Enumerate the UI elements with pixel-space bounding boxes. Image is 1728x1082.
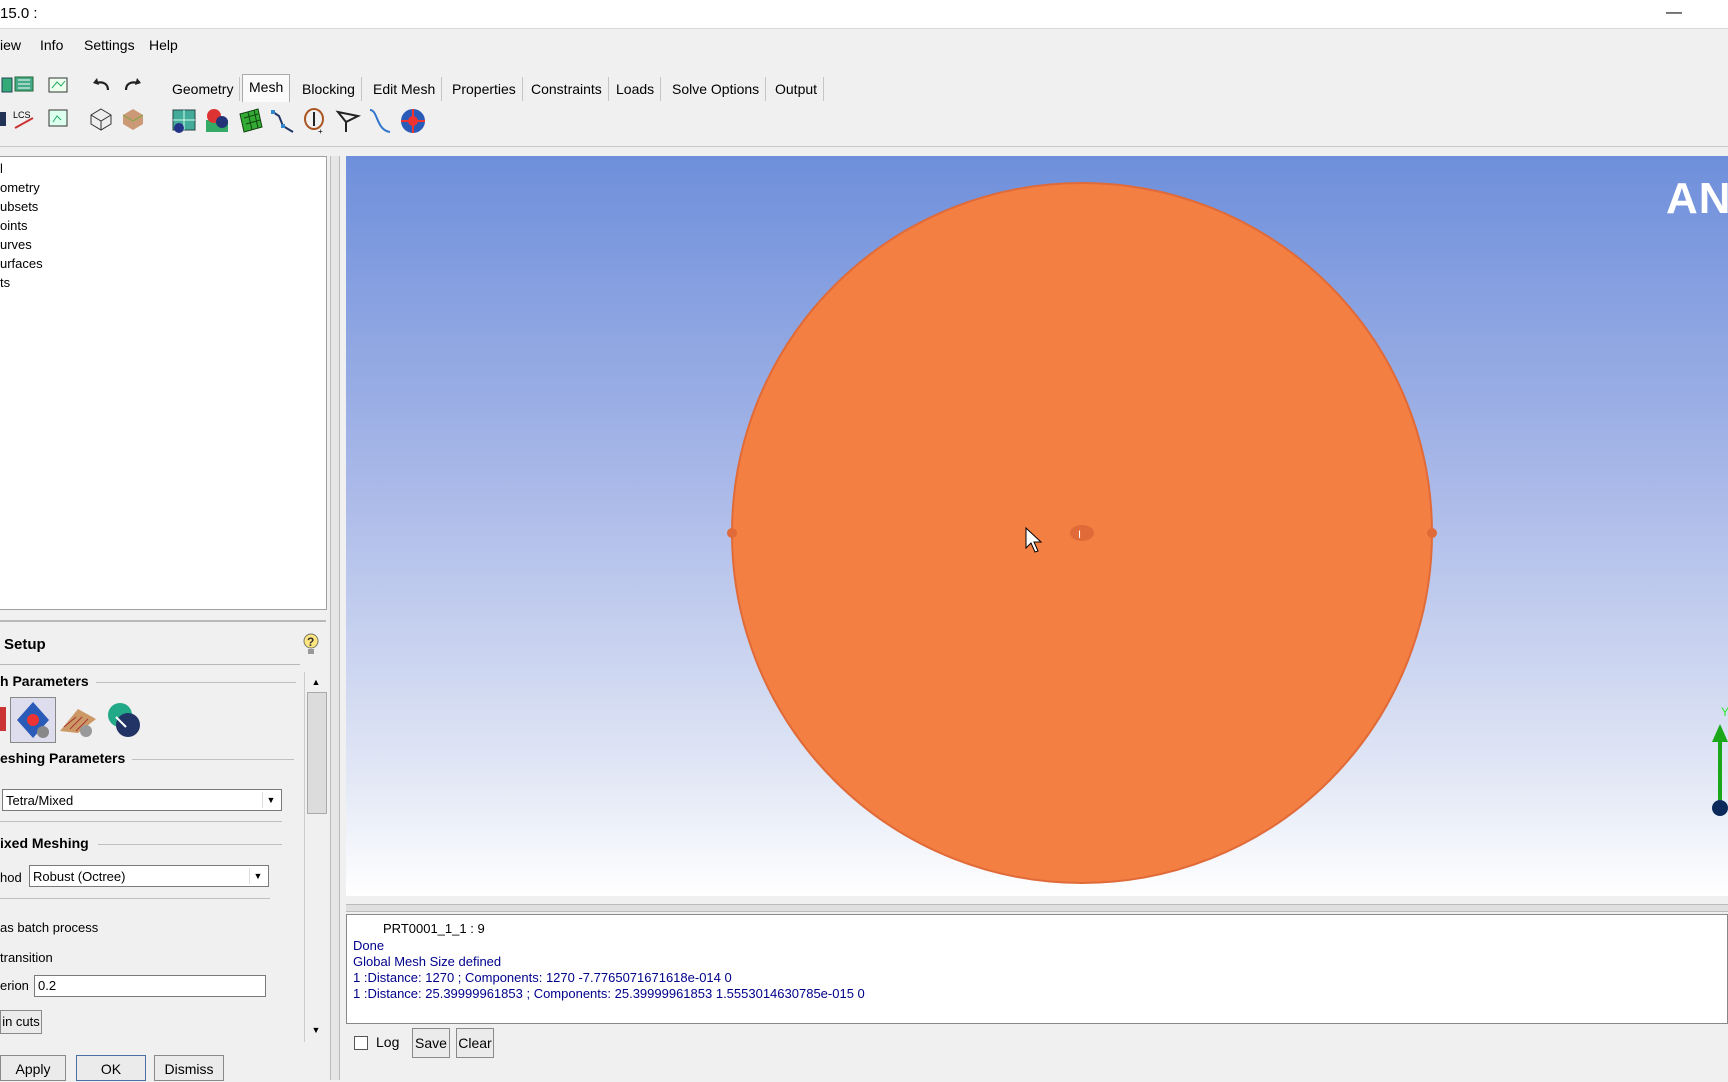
console-line: Global Mesh Size defined bbox=[353, 954, 502, 969]
setup-title: Setup bbox=[4, 636, 46, 653]
scroll-up-icon[interactable]: ▲ bbox=[308, 674, 324, 690]
svg-text:+: + bbox=[318, 127, 323, 136]
section-mixed-meshing: ixed Meshing bbox=[0, 835, 93, 851]
message-console[interactable]: PRT0001_1_1 : 9 Done Global Mesh Size de… bbox=[346, 914, 1728, 1024]
menu-bar: iew Info Settings Help bbox=[0, 30, 1728, 60]
solid-view-icon[interactable] bbox=[120, 106, 146, 132]
criterion-input[interactable]: 0.2 bbox=[34, 975, 266, 997]
global-mesh-setup-icon[interactable] bbox=[170, 106, 200, 136]
tab-mesh[interactable]: Mesh bbox=[242, 74, 291, 102]
section-mesh-parameters: h Parameters bbox=[0, 673, 93, 689]
y-axis-label: Y bbox=[1721, 705, 1728, 719]
tree-item-parts[interactable]: ts bbox=[0, 275, 10, 290]
brand-logo-text: ANS bbox=[1666, 174, 1728, 223]
mesh-parameters-panel: h Parameters eshing Parameters Tetra/Mix… bbox=[0, 664, 300, 1045]
curve-mesh-setup-icon[interactable] bbox=[268, 106, 298, 136]
chevron-down-icon: ▼ bbox=[249, 868, 266, 884]
periodicity-icon[interactable] bbox=[102, 697, 146, 741]
global-params-icon[interactable] bbox=[0, 697, 8, 737]
volume-meshing-params-icon[interactable] bbox=[10, 697, 56, 743]
method-select[interactable]: Robust (Octree) ▼ bbox=[29, 865, 269, 887]
log-label: Log bbox=[376, 1034, 400, 1050]
setup-header: Setup ? bbox=[0, 620, 326, 664]
y-axis-arrow-icon bbox=[1712, 724, 1728, 742]
clear-log-button[interactable]: Clear bbox=[456, 1028, 494, 1058]
close-button[interactable] bbox=[1706, 0, 1728, 28]
viewport-canvas[interactable]: I Y bbox=[346, 156, 1728, 896]
undo-icon[interactable] bbox=[88, 72, 114, 98]
batch-process-label[interactable]: as batch process bbox=[0, 920, 98, 935]
surface-mesh-setup-icon[interactable] bbox=[236, 106, 266, 136]
scroll-down-icon[interactable]: ▼ bbox=[308, 1022, 324, 1038]
tree-item-points[interactable]: oints bbox=[0, 218, 27, 233]
apply-button[interactable]: Apply bbox=[0, 1055, 66, 1081]
menu-info[interactable]: Info bbox=[40, 37, 63, 53]
criterion-label: erion bbox=[0, 978, 29, 993]
transition-label[interactable]: transition bbox=[0, 950, 53, 965]
tab-constraints[interactable]: Constraints bbox=[525, 77, 609, 101]
center-point-marker[interactable] bbox=[1070, 525, 1094, 541]
part-mesh-setup-icon[interactable] bbox=[202, 106, 232, 136]
center-marker-label: I bbox=[1078, 529, 1081, 541]
curve-end-point-right[interactable] bbox=[1427, 528, 1437, 538]
console-line: 1 :Distance: 25.39999961853 ; Components… bbox=[353, 986, 865, 1001]
ok-button[interactable]: OK bbox=[76, 1055, 146, 1081]
tree-item-subsets[interactable]: ubsets bbox=[0, 199, 38, 214]
menu-view[interactable]: iew bbox=[0, 37, 21, 53]
model-tree: l ometry ubsets oints urves urfaces ts bbox=[0, 156, 327, 610]
menu-settings[interactable]: Settings bbox=[84, 37, 135, 53]
define-connectors-icon[interactable] bbox=[334, 106, 364, 136]
wireframe-view-icon[interactable] bbox=[88, 106, 114, 132]
save-project-icon[interactable] bbox=[46, 72, 72, 98]
horizontal-splitter[interactable] bbox=[346, 904, 1728, 912]
tree-item-root[interactable]: l bbox=[0, 161, 3, 176]
toolbar: LCS Geometry Mesh Blocking Edit Mesh Pro… bbox=[0, 66, 1728, 147]
console-line: Done bbox=[353, 938, 385, 953]
mesh-curve-icon[interactable] bbox=[366, 106, 396, 136]
create-mesh-density-icon[interactable]: + bbox=[300, 106, 330, 136]
section-meshing-parameters: eshing Parameters bbox=[0, 750, 130, 766]
window-title: 15.0 : bbox=[0, 5, 38, 22]
graphics-viewport[interactable]: I Y ANS bbox=[346, 156, 1728, 896]
svg-text:LCS: LCS bbox=[13, 110, 31, 120]
svg-text:?: ? bbox=[307, 635, 314, 649]
redo-icon[interactable] bbox=[120, 72, 146, 98]
log-checkbox[interactable] bbox=[354, 1036, 368, 1050]
console-line: 1 :Distance: 1270 ; Components: 1270 -7.… bbox=[353, 970, 732, 985]
tab-output[interactable]: Output bbox=[769, 77, 825, 101]
console-title: PRT0001_1_1 : 9 bbox=[383, 921, 485, 936]
title-bar: 15.0 : — bbox=[0, 0, 1728, 29]
tree-item-surfaces[interactable]: urfaces bbox=[0, 256, 43, 271]
console-controls: Log Save Clear bbox=[346, 1028, 1728, 1066]
tab-loads[interactable]: Loads bbox=[610, 77, 662, 101]
mesh-type-select[interactable]: Tetra/Mixed ▼ bbox=[2, 789, 282, 811]
vertical-splitter[interactable] bbox=[330, 156, 340, 1080]
dismiss-button[interactable]: Dismiss bbox=[154, 1055, 224, 1081]
tab-edit-mesh[interactable]: Edit Mesh bbox=[367, 77, 443, 101]
cuts-button[interactable]: in cuts bbox=[0, 1010, 42, 1034]
tab-solve-options[interactable]: Solve Options bbox=[666, 77, 767, 101]
menu-help[interactable]: Help bbox=[149, 37, 178, 53]
minimize-button[interactable]: — bbox=[1652, 0, 1696, 28]
compute-mesh-icon[interactable] bbox=[398, 106, 428, 136]
tab-geometry[interactable]: Geometry bbox=[166, 77, 241, 101]
tab-blocking[interactable]: Blocking bbox=[296, 77, 362, 101]
axis-origin-icon bbox=[1712, 800, 1728, 816]
curve-end-point-left[interactable] bbox=[727, 528, 737, 538]
measure-icon[interactable] bbox=[46, 106, 72, 132]
tab-properties[interactable]: Properties bbox=[446, 77, 523, 101]
method-label: hod bbox=[0, 870, 22, 885]
mesh-type-value: Tetra/Mixed bbox=[6, 793, 74, 808]
load-geometry-icon[interactable] bbox=[12, 72, 38, 98]
method-value: Robust (Octree) bbox=[33, 869, 126, 884]
tree-item-geometry[interactable]: ometry bbox=[0, 180, 40, 195]
help-icon[interactable]: ? bbox=[300, 632, 322, 656]
prism-meshing-params-icon[interactable] bbox=[56, 697, 100, 741]
lcs-icon[interactable]: LCS bbox=[12, 106, 38, 132]
save-log-button[interactable]: Save bbox=[412, 1028, 450, 1058]
chevron-down-icon: ▼ bbox=[262, 792, 279, 808]
scroll-thumb[interactable] bbox=[307, 692, 327, 814]
params-scrollbar[interactable]: ▲ ▼ bbox=[304, 672, 327, 1042]
tree-item-curves[interactable]: urves bbox=[0, 237, 32, 252]
